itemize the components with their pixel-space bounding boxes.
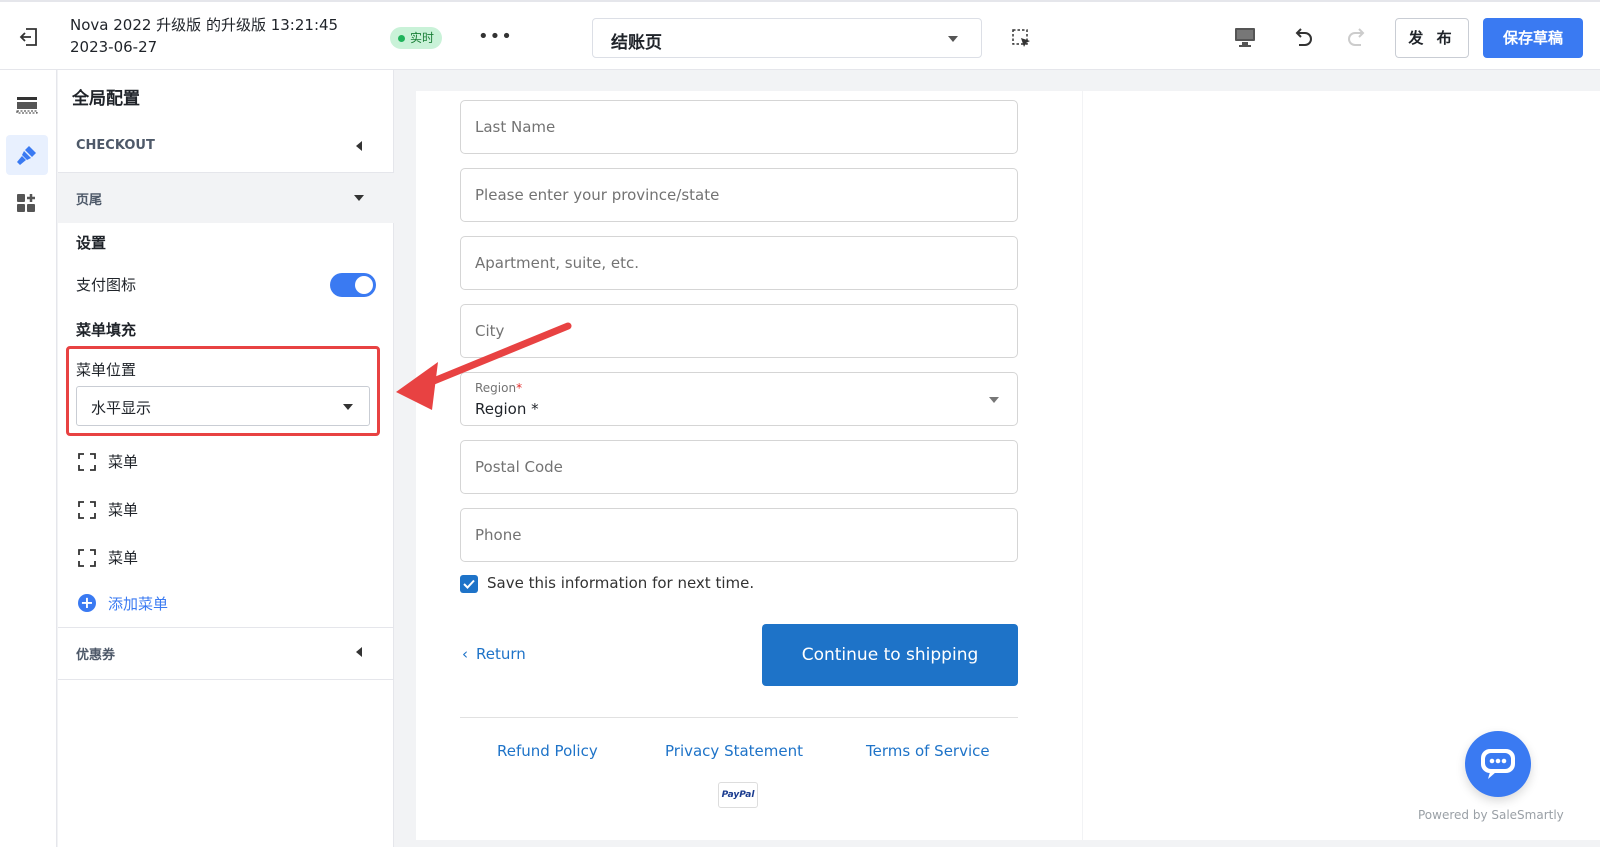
section-label: CHECKOUT [76,138,155,153]
payment-icons-toggle[interactable] [330,273,376,297]
section-checkout[interactable]: CHECKOUT [58,122,394,172]
chevron-left-icon [356,647,362,657]
redo-icon[interactable] [1344,24,1370,50]
footer-divider [460,717,1018,718]
document-title: Nova 2022 升级版 的升级版 13:21:45 2023-06-27 [70,14,338,58]
element-select-icon[interactable] [1011,28,1033,50]
plus-circle-icon: + [78,594,96,612]
section-label: 优惠券 [76,648,116,663]
chevron-down-icon [948,36,958,42]
apps-add-icon[interactable] [6,183,48,223]
divider [58,679,394,680]
save-info-label: Save this information for next time. [487,574,755,592]
phone-field[interactable]: Phone [460,508,1018,562]
page-select-value: 结账页 [611,33,662,53]
payment-icons-label: 支付图标 [76,276,137,294]
config-panel: 全局配置 CHECKOUT 页尾 设置 支付图标 菜单填充 菜单位置 水平显示 … [58,70,394,847]
top-bar: Nova 2022 升级版 的升级版 13:21:45 2023-06-27 实… [0,0,1600,70]
last-name-field[interactable]: Last Name [460,100,1018,154]
province-field[interactable]: Please enter your province/state [460,168,1018,222]
menu-item-label: 菜单 [108,501,139,519]
privacy-statement-link[interactable]: Privacy Statement [665,742,803,760]
menu-item[interactable]: 菜单 [76,546,376,570]
add-menu-label: 添加菜单 [108,595,169,613]
publish-button[interactable]: 发 布 [1395,18,1469,58]
field-placeholder: Phone [475,526,522,544]
status-badge: 实时 [390,27,443,49]
page-select[interactable]: 结账页 [592,18,982,58]
more-options-button[interactable]: ••• [478,26,513,48]
order-summary-area [1083,91,1600,840]
field-placeholder: Postal Code [475,458,563,476]
menu-item[interactable]: 菜单 [76,450,376,474]
undo-icon[interactable] [1290,24,1316,50]
paypal-badge: PayPal [718,782,758,808]
chevron-down-icon [989,397,999,403]
chevron-down-icon [354,195,364,201]
desktop-preview-icon[interactable] [1232,24,1258,50]
return-label: Return [476,645,526,663]
chat-widget-button[interactable] [1465,731,1531,797]
panel-title: 全局配置 [72,89,140,109]
chevron-left-icon [356,141,362,151]
field-placeholder: Last Name [475,118,556,136]
drag-bracket-icon [78,549,96,567]
section-layout-icon[interactable] [6,85,48,125]
menu-fill-heading: 菜单填充 [76,321,137,339]
drag-bracket-icon [78,501,96,519]
chevron-down-icon [343,404,353,410]
apartment-field[interactable]: Apartment, suite, etc. [460,236,1018,290]
section-coupon[interactable]: 优惠券 [58,628,394,678]
powered-by-text: Powered by SaleSmartly [1418,808,1564,822]
return-link[interactable]: ‹ Return [462,645,526,663]
menu-position-select[interactable]: 水平显示 [76,386,370,426]
menu-item[interactable]: 菜单 [76,498,376,522]
field-placeholder: Apartment, suite, etc. [475,254,640,272]
left-rail [0,70,57,847]
check-icon [463,579,475,589]
chevron-left-icon: ‹ [462,645,468,663]
postal-code-field[interactable]: Postal Code [460,440,1018,494]
exit-icon[interactable] [18,26,40,48]
document-title-date: 2023-06-27 [70,38,158,56]
annotation-arrow [396,322,572,410]
continue-to-shipping-button[interactable]: Continue to shipping [762,624,1018,686]
settings-heading: 设置 [76,234,107,252]
menu-item-label: 菜单 [108,453,139,471]
menu-position-value: 水平显示 [91,399,152,417]
save-draft-button[interactable]: 保存草稿 [1483,18,1583,58]
section-label: 页尾 [76,193,103,208]
brush-icon[interactable] [6,135,48,175]
save-info-checkbox[interactable] [460,575,478,593]
chat-icon [1481,749,1515,779]
document-title-name: Nova 2022 升级版 的升级版 13:21:45 [70,16,339,34]
refund-policy-link[interactable]: Refund Policy [497,742,598,760]
terms-of-service-link[interactable]: Terms of Service [866,742,990,760]
field-placeholder: Please enter your province/state [475,186,720,204]
menu-position-label: 菜单位置 [76,361,137,379]
drag-bracket-icon [78,453,96,471]
menu-item-label: 菜单 [108,549,139,567]
section-footer[interactable]: 页尾 [58,173,394,223]
